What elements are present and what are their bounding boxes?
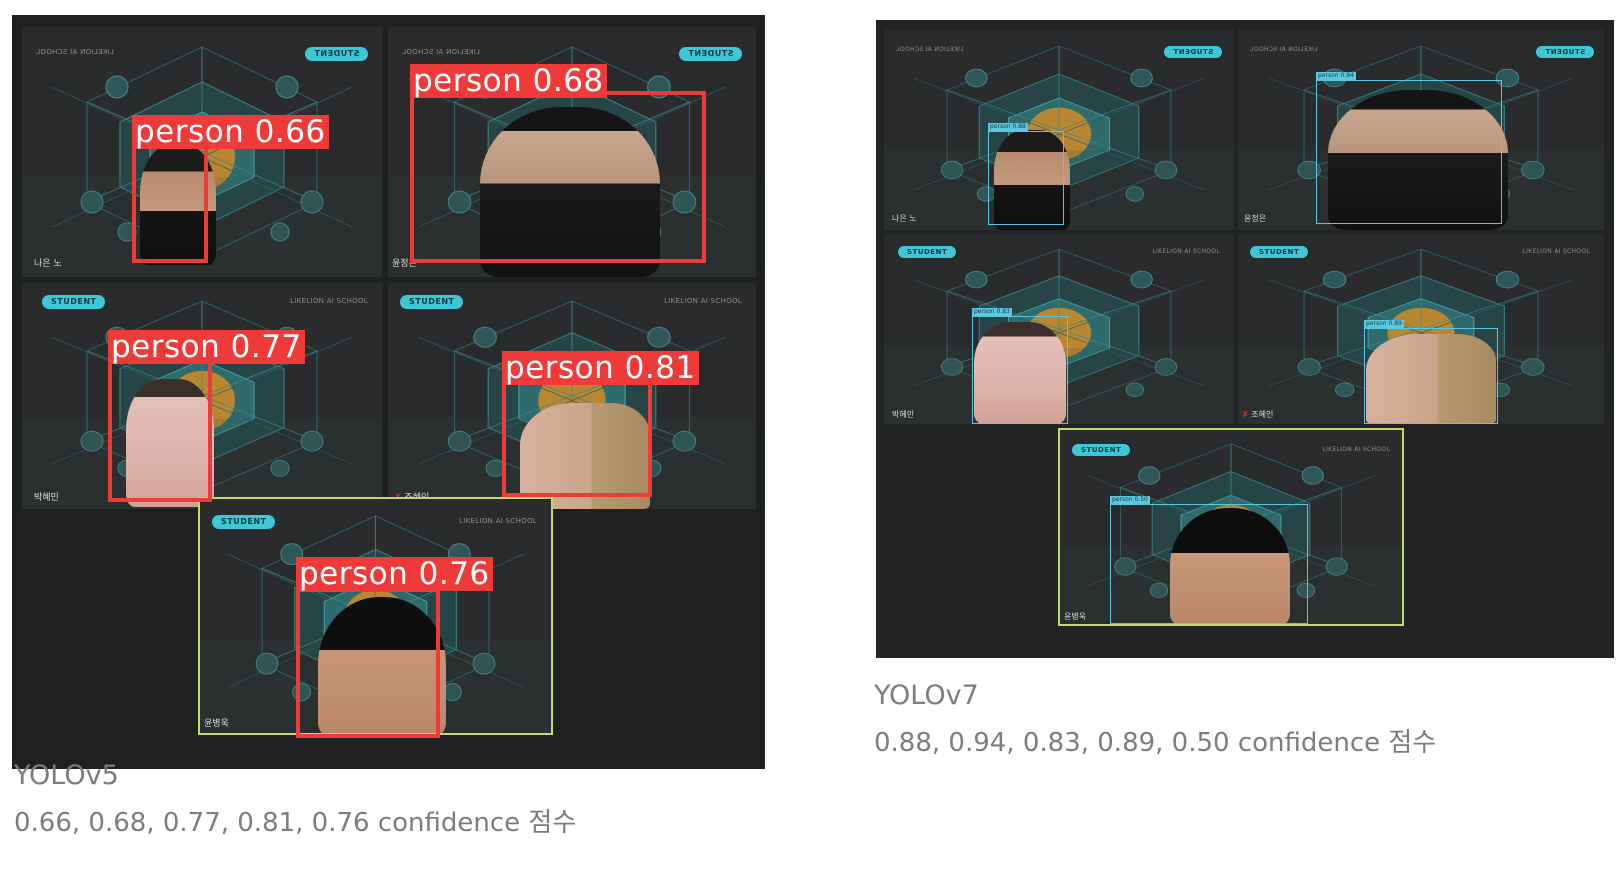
- participant-name: 박혜민: [892, 410, 915, 419]
- yolov7-caption-title: YOLOv7: [874, 680, 979, 711]
- school-label: LIKELION AI SCHOOL: [1152, 248, 1220, 255]
- school-label: LIKELION AI SCHOOL: [36, 48, 114, 56]
- school-label: LIKELION AI SCHOOL: [402, 48, 480, 56]
- school-label: LIKELION AI SCHOOL: [896, 46, 964, 53]
- detection-box: [1110, 504, 1308, 624]
- yolov5-caption-title: YOLOv5: [14, 760, 119, 791]
- yolov5-caption-scores: 0.66, 0.68, 0.77, 0.81, 0.76 confidence …: [14, 808, 577, 838]
- yolov7-figure: STUDENT LIKELION AI SCHOOL 나은 노 STUDENT …: [876, 20, 1614, 658]
- detection-box: [972, 316, 1068, 424]
- school-label: LIKELION AI SCHOOL: [290, 297, 368, 305]
- student-badge: STUDENT: [1172, 48, 1213, 56]
- detection-box: [1364, 328, 1498, 424]
- detection-box: [502, 381, 652, 497]
- participant-name: 박혜민: [34, 493, 59, 503]
- yolov5-figure: STUDENT LIKELION AI SCHOOL 나은 노 STUDENT …: [12, 15, 765, 769]
- detection-box: [988, 131, 1064, 225]
- detection-box: [108, 360, 212, 502]
- student-badge: STUDENT: [42, 295, 106, 309]
- detection-label: person 0.94: [1316, 72, 1356, 80]
- detection-label: person 0.68: [410, 64, 607, 98]
- school-label: LIKELION AI SCHOOL: [664, 297, 742, 305]
- student-badge: STUDENT: [1250, 246, 1309, 258]
- yolov7-caption-scores: 0.88, 0.94, 0.83, 0.89, 0.50 confidence …: [874, 728, 1437, 758]
- student-badge: STUDENT: [687, 49, 733, 58]
- school-label: LIKELION AI SCHOOL: [1522, 248, 1590, 255]
- detection-box: [1316, 80, 1502, 224]
- detection-label: person 0.76: [296, 557, 493, 591]
- detection-box: [296, 588, 440, 738]
- detection-box: [132, 145, 208, 263]
- student-badge: STUDENT: [898, 246, 957, 258]
- detection-label: person 0.88: [988, 123, 1028, 131]
- participant-name: 나은 노: [34, 259, 62, 269]
- detection-label: person 0.50: [1110, 496, 1150, 504]
- yolov5-detection-image: STUDENT LIKELION AI SCHOOL 나은 노 STUDENT …: [12, 15, 765, 769]
- detection-label: person 0.81: [502, 351, 699, 385]
- student-badge: STUDENT: [1544, 48, 1585, 56]
- student-badge: STUDENT: [400, 295, 464, 309]
- student-badge: STUDENT: [313, 49, 359, 58]
- detection-label: person 0.89: [1364, 320, 1404, 328]
- mic-muted-icon: ✗: [1242, 410, 1249, 419]
- participant-name-text: 조혜인: [1251, 410, 1274, 419]
- detection-box: [410, 91, 706, 263]
- detection-label: person 0.83: [972, 308, 1012, 316]
- school-label: LIKELION AI SCHOOL: [1250, 46, 1318, 53]
- participant-name: 윤정은: [1244, 214, 1267, 223]
- yolov7-detection-image: STUDENT LIKELION AI SCHOOL 나은 노 STUDENT …: [876, 20, 1614, 658]
- participant-name: ✗ 조혜인: [1242, 409, 1273, 420]
- detection-label: person 0.66: [132, 115, 329, 149]
- participant-name: 나은 노: [892, 214, 917, 223]
- detection-label: person 0.77: [108, 330, 305, 364]
